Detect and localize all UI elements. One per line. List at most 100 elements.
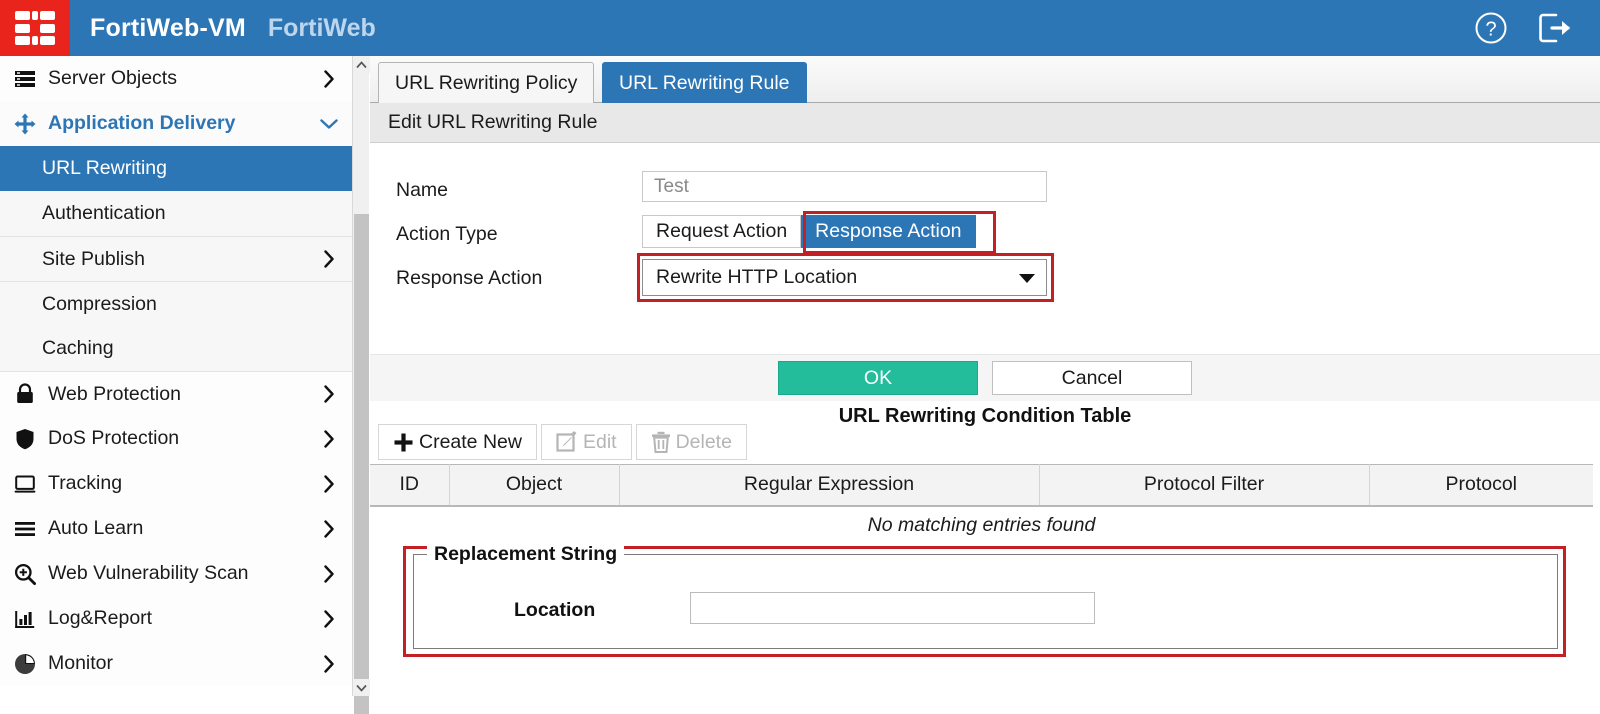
- location-label: Location: [514, 599, 596, 621]
- sidebar-item-tracking[interactable]: Tracking: [0, 461, 352, 506]
- segment-label: Response Action: [815, 220, 962, 242]
- sidebar-item-log-report[interactable]: Log&Report: [0, 596, 352, 641]
- action-type-toggle-group: Request Action Response Action: [642, 211, 997, 254]
- sidebar-item-label: Caching: [42, 337, 114, 359]
- scroll-up-arrow-icon[interactable]: [353, 56, 370, 73]
- table-column-header[interactable]: ID: [370, 464, 450, 507]
- form-action-bar: OK Cancel: [370, 354, 1600, 401]
- sidebar-item-label: Application Delivery: [48, 112, 236, 134]
- toolbar-button-label: Create New: [419, 430, 522, 453]
- sidebar-item-compression[interactable]: Compression: [0, 281, 352, 326]
- chevron-right-icon: [320, 609, 338, 628]
- sidebar-item-caching[interactable]: Caching: [0, 326, 352, 371]
- sidebar-item-label: Log&Report: [48, 607, 153, 629]
- table-header-row: ID Object Regular Expression Protocol Filte…: [370, 464, 1593, 507]
- product-name: FortiWeb-VM: [90, 13, 246, 42]
- bar-chart-icon: [14, 608, 40, 630]
- chevron-right-icon: [320, 250, 338, 268]
- table-column-header[interactable]: Regular Expression: [619, 464, 1040, 507]
- shield-icon: [14, 428, 40, 450]
- trash-icon: [651, 431, 671, 453]
- table-column-header[interactable]: Object: [449, 464, 620, 507]
- condition-table: ID Object Regular Expression Protocol Filte…: [370, 464, 1593, 544]
- delete-button: Delete: [635, 424, 747, 460]
- table-empty-row: No matching entries found: [370, 506, 1593, 544]
- sidebar-item-label: DoS Protection: [48, 427, 180, 449]
- pie-chart-icon: [14, 653, 40, 675]
- sidebar-item-label: Auto Learn: [48, 517, 144, 539]
- table-body: No matching entries found: [370, 506, 1593, 544]
- action-type-label: Action Type: [396, 222, 498, 245]
- tab-bar: URL Rewriting Policy URL Rewriting Rule: [370, 56, 1600, 103]
- edit-rule-form: Name Action Type Request Action Response…: [370, 143, 1600, 354]
- scrollbar-thumb[interactable]: [354, 214, 369, 714]
- sidebar-item-monitor[interactable]: Monitor: [0, 641, 352, 686]
- toolbar-button-label: Delete: [675, 430, 732, 453]
- chevron-right-icon: [320, 564, 338, 583]
- fortinet-logo-icon[interactable]: [0, 0, 70, 56]
- chevron-down-icon: [320, 118, 338, 130]
- scroll-down-arrow-icon[interactable]: [353, 679, 370, 696]
- pencil-icon: [556, 431, 578, 453]
- empty-message: No matching entries found: [867, 513, 1096, 536]
- panel-title-text: Edit URL Rewriting Rule: [388, 111, 598, 133]
- sidebar-item-server-objects[interactable]: Server Objects: [0, 56, 352, 101]
- form-row-action-type: Action Type Request Action Response Acti…: [370, 211, 1600, 254]
- sidebar-item-label: Compression: [42, 292, 157, 315]
- sidebar-item-label: Monitor: [48, 652, 114, 674]
- segment-label: Request Action: [656, 220, 788, 242]
- chevron-right-icon: [320, 69, 338, 88]
- svg-text:?: ?: [1485, 19, 1496, 41]
- response-action-value: Rewrite HTTP Location: [656, 266, 858, 288]
- form-row-name: Name: [370, 171, 1600, 209]
- toolbar-button-label: Edit: [582, 430, 617, 453]
- sidebar-item-web-vulnerability-scan[interactable]: Web Vulnerability Scan: [0, 551, 352, 596]
- sidebar-item-label: Site Publish: [42, 247, 145, 270]
- chevron-right-icon: [320, 654, 338, 673]
- edit-button: Edit: [540, 424, 632, 460]
- sidebar-item-authentication[interactable]: Authentication: [0, 191, 352, 236]
- replacement-string-legend: Replacement String: [427, 543, 625, 566]
- form-row-response-action: Response Action Rewrite HTTP Location: [370, 253, 1600, 302]
- chevron-right-icon: [320, 385, 338, 403]
- sidebar-item-auto-learn[interactable]: Auto Learn: [0, 506, 352, 551]
- response-action-select-wrap: Rewrite HTTP Location: [637, 253, 1054, 302]
- sidebar-item-label: URL Rewriting: [42, 157, 167, 179]
- chevron-right-icon: [320, 429, 338, 448]
- sidebar-item-web-protection[interactable]: Web Protection: [0, 371, 352, 416]
- tab-url-rewriting-policy[interactable]: URL Rewriting Policy: [378, 62, 595, 103]
- create-new-button[interactable]: Create New: [378, 424, 537, 460]
- sidebar-scrollbar[interactable]: [352, 56, 370, 714]
- ok-button[interactable]: OK: [778, 361, 978, 395]
- name-input[interactable]: [642, 171, 1047, 202]
- panel-title: Edit URL Rewriting Rule: [370, 103, 1600, 143]
- sidebar-item-label: Authentication: [42, 202, 166, 224]
- name-label: Name: [396, 178, 449, 201]
- main-content: URL Rewriting Policy URL Rewriting Rule …: [370, 56, 1600, 696]
- sidebar-nav: Server Objects Application Delivery URL Re…: [0, 56, 352, 696]
- sidebar-item-label: Server Objects: [48, 67, 177, 89]
- table-column-header[interactable]: Protocol Filter: [1039, 464, 1370, 507]
- suite-name: FortiWeb: [267, 13, 376, 42]
- response-action-select[interactable]: Rewrite HTTP Location: [642, 259, 1047, 296]
- tab-label: URL Rewriting Policy: [395, 71, 578, 94]
- action-type-response-action[interactable]: Response Action: [801, 211, 997, 254]
- help-circle-icon[interactable]: ?: [1474, 11, 1508, 45]
- sidebar-item-dos-protection[interactable]: DoS Protection: [0, 416, 352, 461]
- sidebar-item-url-rewriting[interactable]: URL Rewriting: [0, 146, 352, 191]
- sidebar-item-site-publish[interactable]: Site Publish: [0, 236, 352, 281]
- cancel-button[interactable]: Cancel: [992, 361, 1192, 395]
- action-type-request-action[interactable]: Request Action: [642, 215, 802, 248]
- sidebar-item-label: Web Protection: [48, 382, 181, 405]
- server-stack-icon: [14, 68, 40, 90]
- sidebar-item-application-delivery[interactable]: Application Delivery: [0, 101, 352, 146]
- location-input[interactable]: [690, 592, 1095, 624]
- tab-label: URL Rewriting Rule: [619, 71, 790, 94]
- magnifier-plus-icon: [14, 563, 40, 585]
- lock-icon: [14, 383, 40, 405]
- chevron-down-icon: [1018, 272, 1036, 284]
- plus-icon: [393, 432, 414, 453]
- table-column-header[interactable]: Protocol: [1369, 464, 1593, 507]
- tab-url-rewriting-rule[interactable]: URL Rewriting Rule: [602, 62, 807, 103]
- logout-icon[interactable]: [1538, 12, 1572, 44]
